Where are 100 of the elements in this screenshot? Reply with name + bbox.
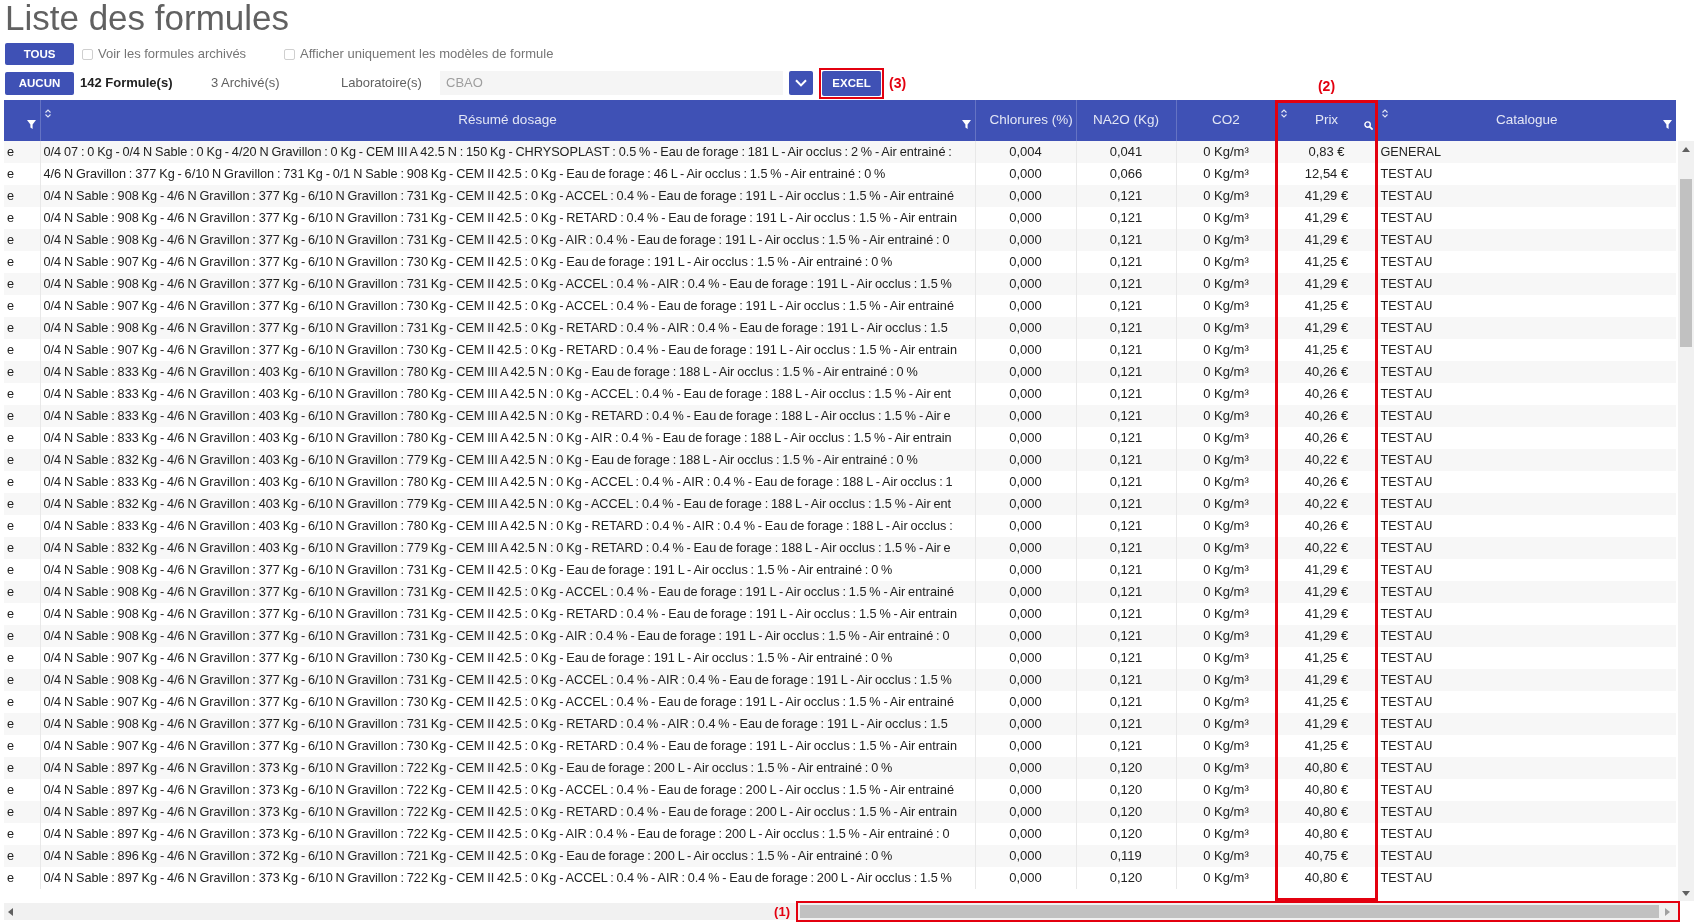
- table-cell: 0/4 N Sable : 908 Kg - 4/6 N Gravillon : 377 Kg - 6/10 N Gravillon : 731 Kg - CEM II 42.5 : 0 Kg - RETARD : 0.4 % - AIR : 0.4 % - Eau de forage : 191 L - Air occlus : 1.5: [40, 713, 975, 735]
- table-cell: 0/4 N Sable : 907 Kg - 4/6 N Gravillon : 377 Kg - 6/10 N Gravillon : 730 Kg - CEM II 42.5 : 0 Kg - ACCEL : 0.4 % - Eau de forage : 191 L - Air occlus : 1.5 % - Air entrainé: [40, 691, 975, 713]
- table-cell: 0 Kg/m³: [1176, 691, 1276, 713]
- scrollbar[interactable]: [1678, 141, 1694, 901]
- table-cell: 0/4 N Sable : 908 Kg - 4/6 N Gravillon : 377 Kg - 6/10 N Gravillon : 731 Kg - CEM II 42.5 : 0 Kg - ACCEL : 0.4 % - AIR : 0.4 % - Eau de forage : 191 L - Air occlus : 1.5 %: [40, 273, 975, 295]
- table-cell: TEST AU: [1377, 339, 1676, 361]
- table-cell: TEST AU: [1377, 581, 1676, 603]
- table-cell: e: [4, 163, 40, 185]
- table-cell: 0 Kg/m³: [1176, 581, 1276, 603]
- table-cell: 0,120: [1076, 801, 1176, 823]
- table-cell: 0/4 N Sable : 833 Kg - 4/6 N Gravillon : 403 Kg - 6/10 N Gravillon : 780 Kg - CEM III A 42.5 N : 0 Kg - RETARD : 0.4 % - AIR : 0.4 % - Eau de forage : 188 L - Air occlus :: [40, 515, 975, 537]
- table-cell: 0,000: [975, 559, 1076, 581]
- search-icon[interactable]: [1363, 121, 1373, 130]
- table-cell: 41,25 €: [1276, 295, 1377, 317]
- table-cell: 0,000: [975, 713, 1076, 735]
- arrow-up-icon[interactable]: [1682, 147, 1690, 152]
- table-cell: 0,121: [1076, 339, 1176, 361]
- table-cell: 4/6 N Gravillon : 377 Kg - 6/10 N Gravillon : 731 Kg - 0/1 N Sable : 908 Kg - CEM II 42.5 : 0 Kg - Eau de forage : 46 L - Air occlus : 1.5 % - Air entrainé : 0 %: [40, 163, 975, 185]
- table-cell: 0/4 N Sable : 908 Kg - 4/6 N Gravillon : 377 Kg - 6/10 N Gravillon : 731 Kg - CEM II 42.5 : 0 Kg - ACCEL : 0.4 % - Eau de forage : 191 L - Air occlus : 1.5 % - Air entrainé: [40, 185, 975, 207]
- scrollbar-thumb[interactable]: [1680, 179, 1692, 347]
- table-cell: 0/4 N Sable : 908 Kg - 4/6 N Gravillon : 377 Kg - 6/10 N Gravillon : 731 Kg - CEM II 42.5 : 0 Kg - AIR : 0.4 % - Eau de forage : 191 L - Air occlus : 1.5 % - Air entrainé : 0: [40, 229, 975, 251]
- checkbox-label[interactable]: Voir les formules archivés: [98, 44, 247, 64]
- table-cell: 12,54 €: [1276, 163, 1377, 185]
- table-cell: 0,000: [975, 317, 1076, 339]
- table-cell: e: [4, 317, 40, 339]
- table-cell: TEST AU: [1377, 647, 1676, 669]
- table-cell: 0 Kg/m³: [1176, 867, 1276, 889]
- filter-icon[interactable]: [1663, 120, 1672, 129]
- table-cell: 0 Kg/m³: [1176, 647, 1276, 669]
- column-header[interactable]: Résumé dosage: [40, 100, 975, 141]
- table-cell: 0/4 N Sable : 897 Kg - 4/6 N Gravillon : 373 Kg - 6/10 N Gravillon : 722 Kg - CEM II 42.5 : 0 Kg - RETARD : 0.4 % - Eau de forage : 200 L - Air occlus : 1.5 % - Air entrain: [40, 801, 975, 823]
- table-cell: 0,120: [1076, 867, 1176, 889]
- filter-icon[interactable]: [26, 120, 36, 129]
- table-cell: 0,121: [1076, 603, 1176, 625]
- table-cell: 0,000: [975, 647, 1076, 669]
- dropdown-button[interactable]: [789, 71, 813, 95]
- table-cell: e: [4, 669, 40, 691]
- column-header[interactable]: Chlorures (%): [975, 100, 1076, 141]
- table-cell: 0 Kg/m³: [1176, 493, 1276, 515]
- checkbox[interactable]: [82, 48, 93, 60]
- table-cell: 0/4 N Sable : 907 Kg - 4/6 N Gravillon : 377 Kg - 6/10 N Gravillon : 730 Kg - CEM II 42.5 : 0 Kg - RETARD : 0.4 % - Eau de forage : 191 L - Air occlus : 1.5 % - Air entrain: [40, 339, 975, 361]
- table-cell: TEST AU: [1377, 779, 1676, 801]
- table-cell: TEST AU: [1377, 185, 1676, 207]
- table-cell: 0 Kg/m³: [1176, 317, 1276, 339]
- table-cell: 0,000: [975, 339, 1076, 361]
- table-cell: 0/4 N Sable : 908 Kg - 4/6 N Gravillon : 377 Kg - 6/10 N Gravillon : 731 Kg - CEM II 42.5 : 0 Kg - RETARD : 0.4 % - Eau de forage : 191 L - Air occlus : 1.5 % - Air entrain: [40, 207, 975, 229]
- table-cell: TEST AU: [1377, 515, 1676, 537]
- table-cell: TEST AU: [1377, 383, 1676, 405]
- sort-icon[interactable]: [1381, 109, 1388, 118]
- table-cell: 0/4 07 : 0 Kg - 0/4 N Sable : 0 Kg - 4/20 N Gravillon : 0 Kg - CEM III A 42.5 N : 150 Kg - CHRYSOPLAST : 0.5 % - Eau de forage : 181 L - Air occlus : 2 % - Air entrainé :: [40, 141, 975, 163]
- all-button[interactable]: TOUS: [5, 43, 74, 65]
- filter-icon[interactable]: [961, 120, 971, 129]
- table-cell: 0/4 N Sable : 907 Kg - 4/6 N Gravillon : 377 Kg - 6/10 N Gravillon : 730 Kg - CEM II 42.5 : 0 Kg - Eau de forage : 191 L - Air occlus : 1.5 % - Air entrainé : 0 %: [40, 251, 975, 273]
- scrollbar-thumb[interactable]: [800, 905, 1659, 918]
- table-cell: TEST AU: [1377, 823, 1676, 845]
- column-header[interactable]: [4, 100, 40, 141]
- checkbox-label[interactable]: Afficher uniquement les modèles de formule: [300, 44, 554, 64]
- table-cell: TEST AU: [1377, 845, 1676, 867]
- table-cell: GENERAL: [1377, 141, 1676, 163]
- table-cell: 0 Kg/m³: [1176, 251, 1276, 273]
- table-cell: 0,000: [975, 273, 1076, 295]
- column-header[interactable]: Catalogue: [1377, 100, 1676, 141]
- table-cell: 0,000: [975, 801, 1076, 823]
- table-cell: 0,121: [1076, 647, 1176, 669]
- sort-icon[interactable]: [1280, 109, 1287, 118]
- table-cell: 40,26 €: [1276, 361, 1377, 383]
- table-cell: TEST AU: [1377, 361, 1676, 383]
- table-cell: 41,29 €: [1276, 603, 1377, 625]
- table-cell: 0,121: [1076, 735, 1176, 757]
- excel-button[interactable]: EXCEL: [822, 70, 881, 96]
- laboratory-label: Laboratoire(s): [341, 74, 423, 93]
- column-header[interactable]: NA2O (Kg): [1076, 100, 1176, 141]
- scrollbar[interactable]: (1): [4, 903, 1680, 920]
- arrow-down-icon[interactable]: [1682, 891, 1690, 896]
- archived-count: 3 Archivé(s): [211, 74, 281, 93]
- table-cell: 0,121: [1076, 449, 1176, 471]
- table-cell: TEST AU: [1377, 427, 1676, 449]
- table-cell: 41,29 €: [1276, 559, 1377, 581]
- table-cell: TEST AU: [1377, 317, 1676, 339]
- table-cell: 0 Kg/m³: [1176, 339, 1276, 361]
- table-cell: TEST AU: [1377, 603, 1676, 625]
- table-cell: e: [4, 537, 40, 559]
- none-button[interactable]: AUCUN: [5, 71, 74, 95]
- table-cell: 0,000: [975, 845, 1076, 867]
- table-cell: 0 Kg/m³: [1176, 537, 1276, 559]
- table-cell: 0,121: [1076, 207, 1176, 229]
- table-cell: 0/4 N Sable : 832 Kg - 4/6 N Gravillon : 403 Kg - 6/10 N Gravillon : 779 Kg - CEM III A 42.5 N : 0 Kg - Eau de forage : 188 L - Air occlus : 1.5 % - Air entrainé : 0 %: [40, 449, 975, 471]
- table-cell: 0/4 N Sable : 833 Kg - 4/6 N Gravillon : 403 Kg - 6/10 N Gravillon : 780 Kg - CEM III A 42.5 N : 0 Kg - Eau de forage : 188 L - Air occlus : 1.5 % - Air entrainé : 0 %: [40, 361, 975, 383]
- column-header[interactable]: CO2: [1176, 100, 1276, 141]
- sort-icon[interactable]: [44, 109, 51, 118]
- checkbox[interactable]: [284, 48, 295, 60]
- table-cell: e: [4, 867, 40, 889]
- arrow-left-icon[interactable]: [8, 907, 13, 916]
- table-cell: 0/4 N Sable : 908 Kg - 4/6 N Gravillon : 377 Kg - 6/10 N Gravillon : 731 Kg - CEM II 42.5 : 0 Kg - RETARD : 0.4 % - Eau de forage : 191 L - Air occlus : 1.5 % - Air entrain: [40, 603, 975, 625]
- table-cell: 0,121: [1076, 273, 1176, 295]
- table-cell: TEST AU: [1377, 537, 1676, 559]
- table-cell: e: [4, 845, 40, 867]
- table-cell: TEST AU: [1377, 691, 1676, 713]
- table-cell: e: [4, 383, 40, 405]
- table-cell: 41,29 €: [1276, 669, 1377, 691]
